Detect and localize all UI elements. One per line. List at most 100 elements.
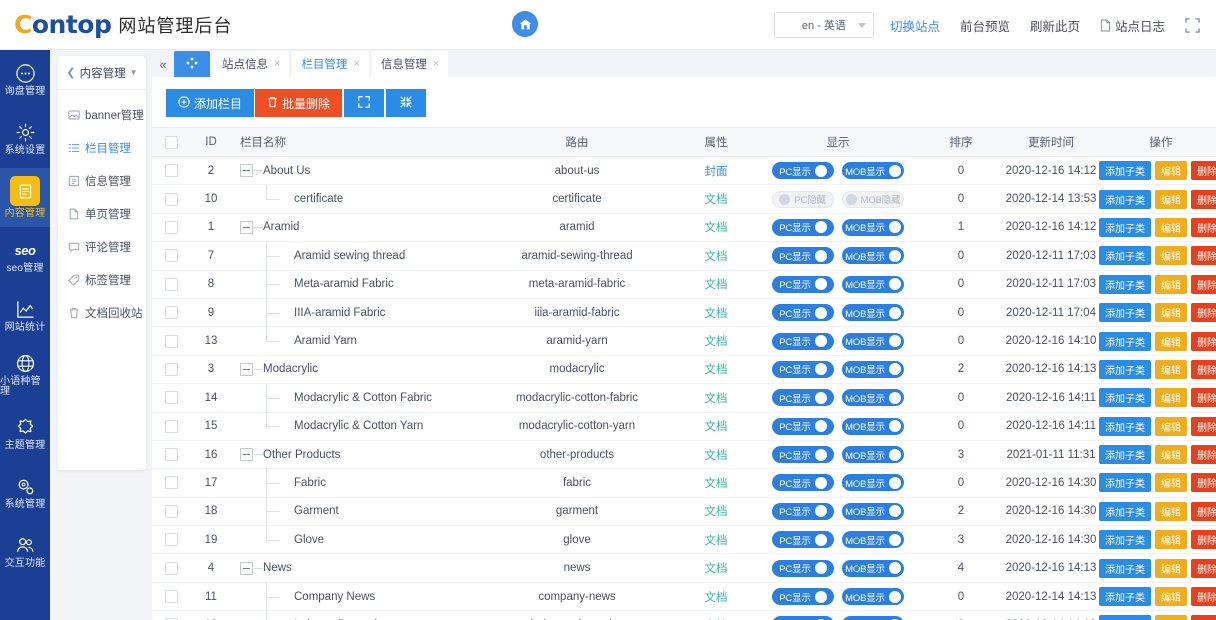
row-checkbox[interactable] <box>164 277 178 291</box>
select-all-checkbox[interactable] <box>164 135 178 149</box>
edit-button[interactable]: 编辑 <box>1155 388 1187 408</box>
mob-visibility-toggle[interactable]: MOB显示 <box>842 588 904 606</box>
collapse-all-button[interactable] <box>386 89 427 117</box>
edit-button[interactable]: 编辑 <box>1155 587 1187 607</box>
row-attribute[interactable]: 文档 <box>705 336 728 348</box>
edit-button[interactable]: 编辑 <box>1155 331 1187 351</box>
mob-visibility-toggle[interactable]: MOB显示 <box>842 502 904 520</box>
row-attribute[interactable]: 文档 <box>705 222 728 234</box>
row-checkbox[interactable] <box>164 362 178 376</box>
tab-2[interactable]: 栏目管理 × <box>292 51 369 77</box>
edit-button[interactable]: 编辑 <box>1155 530 1187 550</box>
row-checkbox[interactable] <box>164 590 178 604</box>
edit-button[interactable]: 编辑 <box>1155 615 1187 620</box>
pc-visibility-toggle[interactable]: PC显示 <box>772 559 834 577</box>
mob-visibility-toggle[interactable]: MOB隐藏 <box>841 190 905 208</box>
delete-button[interactable]: 删除 <box>1191 445 1216 465</box>
edit-button[interactable]: 编辑 <box>1155 558 1187 578</box>
row-checkbox[interactable] <box>164 419 178 433</box>
mob-visibility-toggle[interactable]: MOB显示 <box>842 616 904 620</box>
row-checkbox[interactable] <box>164 164 178 178</box>
sidebar-item-2[interactable]: 系统设置 <box>0 109 50 168</box>
delete-button[interactable]: 删除 <box>1191 416 1216 436</box>
header-attr[interactable]: 属性 <box>682 127 750 157</box>
pc-visibility-toggle[interactable]: PC显示 <box>772 588 834 606</box>
delete-button[interactable]: 删除 <box>1191 189 1216 209</box>
pc-visibility-toggle[interactable]: PC显示 <box>772 304 834 322</box>
row-checkbox[interactable] <box>164 249 178 263</box>
double-chevron-left-icon[interactable]: « <box>152 57 174 77</box>
mob-visibility-toggle[interactable]: MOB显示 <box>842 218 904 236</box>
pc-visibility-toggle[interactable]: PC显示 <box>772 218 834 236</box>
pc-visibility-toggle[interactable]: PC显示 <box>772 162 834 180</box>
add-column-button[interactable]: 添加栏目 <box>166 89 255 117</box>
row-checkbox[interactable] <box>164 220 178 234</box>
pc-visibility-toggle[interactable]: PC显示 <box>772 332 834 350</box>
mob-visibility-toggle[interactable]: MOB显示 <box>842 474 904 492</box>
row-attribute[interactable]: 文档 <box>705 251 728 263</box>
row-checkbox[interactable] <box>164 533 178 547</box>
sidebar-item-6[interactable]: 小语种管理 <box>0 345 50 404</box>
mob-visibility-toggle[interactable]: MOB显示 <box>842 417 904 435</box>
row-attribute[interactable]: 封面 <box>705 166 728 178</box>
add-subcategory-button[interactable]: 添加子类 <box>1099 530 1151 550</box>
row-attribute[interactable]: 文档 <box>705 535 728 547</box>
sidebar-item-8[interactable]: 系统管理 <box>0 463 50 522</box>
row-attribute[interactable]: 文档 <box>705 308 728 320</box>
row-attribute[interactable]: 文档 <box>705 450 728 462</box>
mob-visibility-toggle[interactable]: MOB显示 <box>842 304 904 322</box>
row-attribute[interactable]: 文档 <box>705 194 728 206</box>
add-subcategory-button[interactable]: 添加子类 <box>1099 217 1151 237</box>
secondary-sidebar-header[interactable]: ❮ 内容管理 ▼ <box>58 56 146 90</box>
pc-visibility-toggle[interactable]: PC显示 <box>772 446 834 464</box>
row-checkbox[interactable] <box>164 334 178 348</box>
mob-visibility-toggle[interactable]: MOB显示 <box>842 247 904 265</box>
add-subcategory-button[interactable]: 添加子类 <box>1099 615 1151 620</box>
add-subcategory-button[interactable]: 添加子类 <box>1099 388 1151 408</box>
tab-home[interactable] <box>174 51 210 77</box>
tree-toggle-icon[interactable] <box>240 220 253 234</box>
delete-button[interactable]: 删除 <box>1191 615 1216 620</box>
home-icon[interactable] <box>512 11 538 37</box>
tab-1[interactable]: 站点信息 × <box>213 51 290 77</box>
header-show[interactable]: 显示 <box>750 127 926 157</box>
add-subcategory-button[interactable]: 添加子类 <box>1099 359 1151 379</box>
row-checkbox[interactable] <box>164 192 178 206</box>
batch-delete-button[interactable]: 批量删除 <box>255 89 343 117</box>
row-checkbox[interactable] <box>164 448 178 462</box>
delete-button[interactable]: 删除 <box>1191 587 1216 607</box>
expand-all-button[interactable] <box>344 89 385 117</box>
row-checkbox[interactable] <box>164 476 178 490</box>
mob-visibility-toggle[interactable]: MOB显示 <box>842 360 904 378</box>
delete-button[interactable]: 删除 <box>1191 246 1216 266</box>
fullscreen-icon[interactable] <box>1185 17 1200 33</box>
delete-button[interactable]: 删除 <box>1191 530 1216 550</box>
pc-visibility-toggle[interactable]: PC显示 <box>772 389 834 407</box>
tab-3[interactable]: 信息管理 × <box>371 51 449 77</box>
mob-visibility-toggle[interactable]: MOB显示 <box>842 446 904 464</box>
subnav-item-4[interactable]: 单页管理 <box>58 197 146 230</box>
subnav-item-1[interactable]: banner管理 <box>58 98 146 131</box>
pc-visibility-toggle[interactable]: PC显示 <box>772 275 834 293</box>
header-name[interactable]: 栏目名称 <box>232 127 472 157</box>
row-attribute[interactable]: 文档 <box>705 506 728 518</box>
language-select[interactable]: en - 英语 <box>773 12 874 38</box>
delete-button[interactable]: 删除 <box>1191 501 1216 521</box>
close-icon[interactable]: × <box>353 58 359 70</box>
delete-button[interactable]: 删除 <box>1191 161 1216 181</box>
add-subcategory-button[interactable]: 添加子类 <box>1099 274 1151 294</box>
row-attribute[interactable]: 文档 <box>705 421 728 433</box>
pc-visibility-toggle[interactable]: PC显示 <box>772 247 834 265</box>
mob-visibility-toggle[interactable]: MOB显示 <box>842 275 904 293</box>
row-attribute[interactable]: 文档 <box>705 563 728 575</box>
edit-button[interactable]: 编辑 <box>1155 161 1187 181</box>
header-select-all[interactable] <box>152 127 190 157</box>
delete-button[interactable]: 删除 <box>1191 359 1216 379</box>
pc-visibility-toggle[interactable]: PC隐藏 <box>771 190 834 208</box>
delete-button[interactable]: 删除 <box>1191 473 1216 493</box>
row-attribute[interactable]: 文档 <box>705 393 728 405</box>
tree-toggle-icon[interactable] <box>240 164 253 178</box>
row-checkbox[interactable] <box>164 561 178 575</box>
tree-toggle-icon[interactable] <box>240 561 253 575</box>
header-route[interactable]: 路由 <box>472 127 682 157</box>
